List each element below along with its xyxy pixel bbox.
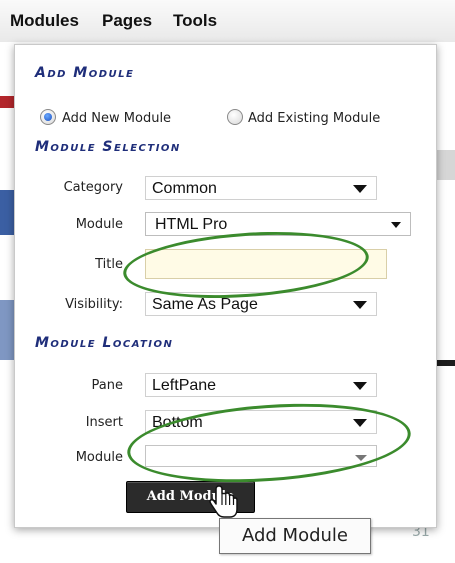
menu-modules[interactable]: Modules <box>10 11 79 31</box>
pane-select[interactable]: LeftPane <box>145 373 377 397</box>
control-panel-menu-bar: Modules Pages Tools <box>0 0 455 42</box>
menu-tools[interactable]: Tools <box>173 11 217 31</box>
module-selection-heading: Module Selection <box>35 139 181 155</box>
module-value: HTML Pro <box>155 216 228 233</box>
add-module-heading: Add Module <box>35 65 135 81</box>
add-new-module-label[interactable]: Add New Module <box>62 111 171 126</box>
add-module-panel: Add Module Add New Module Add Existing M… <box>14 44 437 528</box>
title-label: Title <box>95 257 123 272</box>
chevron-down-icon <box>353 185 367 193</box>
background-gray-block <box>434 150 455 180</box>
pane-label: Pane <box>91 378 123 393</box>
visibility-label: Visibility: <box>65 297 123 312</box>
hand-cursor-icon <box>209 485 238 518</box>
insert-label: Insert <box>85 415 123 430</box>
chevron-down-icon <box>353 301 367 309</box>
add-new-module-radio[interactable] <box>40 109 56 125</box>
background-blue-strip <box>0 190 14 235</box>
background-divider <box>436 200 447 400</box>
menu-pages[interactable]: Pages <box>102 11 152 31</box>
visibility-value: Same As Page <box>152 296 258 313</box>
module-label: Module <box>75 217 123 232</box>
background-blue-strip <box>0 300 14 360</box>
category-value: Common <box>152 180 217 197</box>
category-label: Category <box>63 180 123 195</box>
category-select[interactable]: Common <box>145 176 377 200</box>
location-module-label: Module <box>75 450 123 465</box>
module-location-heading: Module Location <box>35 335 174 351</box>
pane-value: LeftPane <box>152 377 217 394</box>
add-existing-module-label[interactable]: Add Existing Module <box>248 111 380 126</box>
add-module-tooltip: Add Module <box>219 518 371 554</box>
chevron-down-icon <box>353 382 367 390</box>
chevron-down-icon <box>391 222 401 228</box>
add-existing-module-radio[interactable] <box>227 109 243 125</box>
